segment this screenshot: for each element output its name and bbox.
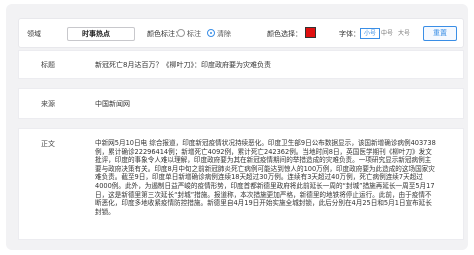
font-label: 字体： (339, 30, 360, 38)
category-select[interactable]: 时事热点 (67, 27, 135, 41)
radio-clear[interactable] (207, 29, 215, 37)
body-text: 中新网5月10日电 综合报道，印度新冠疫情状况持续恶化。印度卫生部9日公布数据显… (95, 139, 436, 216)
body-key: 正文 (41, 140, 55, 148)
radio-mark-label[interactable]: 标注 (187, 29, 201, 39)
color-swatch[interactable] (305, 27, 316, 38)
radio-clear-label[interactable]: 清除 (217, 29, 231, 39)
title-value: 新冠死亡8月达百万？《柳叶刀》：印度政府要为灾难负责 (95, 61, 271, 69)
reset-button[interactable]: 重置 (423, 26, 457, 41)
title-key: 标题 (41, 61, 55, 69)
category-label: 领域 (27, 30, 41, 38)
radio-mark[interactable] (177, 29, 185, 37)
body-card: 正文 中新网5月10日电 综合报道，印度新冠疫情状况持续恶化。印度卫生部9日公布… (18, 128, 464, 240)
title-card: 标题 新冠死亡8月达百万？《柳叶刀》：印度政府要为灾难负责 (18, 50, 464, 79)
source-value: 中国新闻网 (95, 100, 130, 108)
toolbar: 领域 时事热点 颜色标注： 标注 清除 颜色选择： 字体： 小号 中号 大号 重… (18, 18, 464, 48)
color-pick-label: 颜色选择： (267, 30, 302, 38)
font-size-large[interactable]: 大号 (394, 28, 414, 39)
source-key: 来源 (41, 100, 55, 108)
main-panel: 领域 时事热点 颜色标注： 标注 清除 颜色选择： 字体： 小号 中号 大号 重… (6, 4, 468, 250)
source-card: 来源 中国新闻网 (18, 88, 464, 119)
